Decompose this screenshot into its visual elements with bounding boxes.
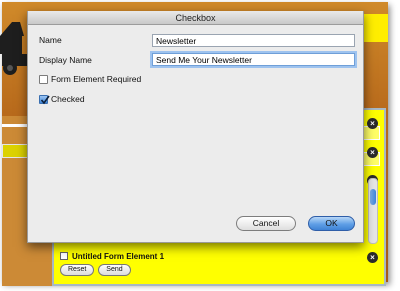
scrollbar[interactable] [368,178,378,244]
display-name-row: Display Name [39,55,92,65]
display-name-label: Display Name [39,55,92,65]
background-left-box [2,144,30,158]
checked-label: Checked [51,94,85,104]
checked-checkbox[interactable] [39,94,50,104]
close-icon[interactable]: × [367,147,378,158]
car-logo-icon [0,22,28,75]
cancel-button[interactable]: Cancel [236,216,296,231]
close-icon[interactable]: × [367,252,378,263]
name-row: Name [39,35,62,45]
form-element-required-row[interactable]: Form Element Required [39,74,141,84]
form-buttons: Reset Send [60,264,131,276]
send-button[interactable]: Send [98,264,131,276]
name-label: Name [39,35,62,45]
reset-button[interactable]: Reset [60,264,95,276]
display-name-field[interactable] [152,53,355,66]
form-element-required-checkbox[interactable] [39,74,48,84]
checked-row[interactable]: Checked [39,94,85,104]
form-element-row[interactable]: Untitled Form Element 1 [60,250,164,262]
close-icon[interactable]: × [367,118,378,129]
form-element-required-label: Form Element Required [51,74,142,84]
form-element-label: Untitled Form Element 1 [72,251,165,261]
background-divider [2,124,28,127]
checkbox-properties-dialog: Checkbox Name Display Name Form Element … [27,11,364,243]
dialog-title: Checkbox [28,11,363,25]
scrollbar-thumb[interactable] [370,189,376,205]
checkmark-icon [40,95,50,104]
ok-button[interactable]: OK [308,216,355,231]
name-field[interactable] [152,34,355,47]
form-element-checkbox[interactable] [60,252,68,260]
